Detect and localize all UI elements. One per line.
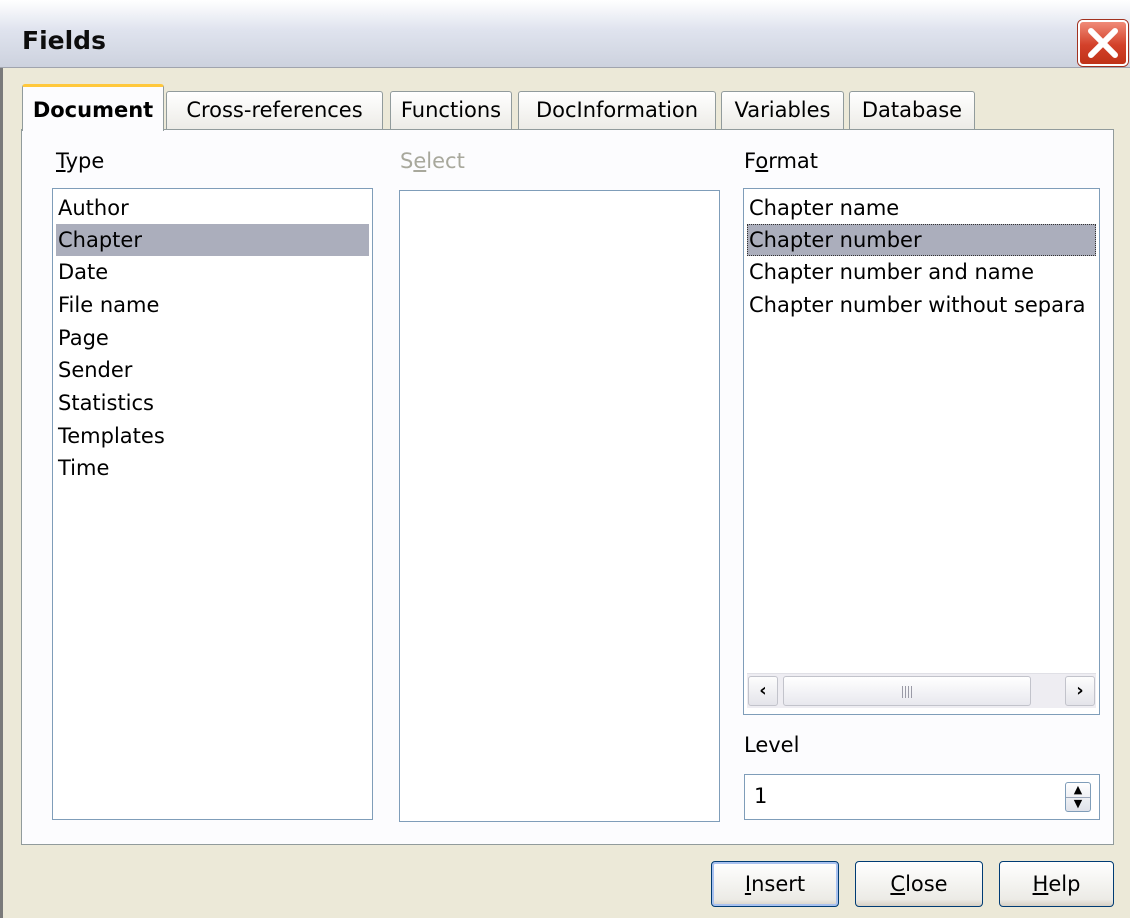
type-label: Type — [56, 149, 105, 173]
list-item[interactable]: File name — [56, 289, 369, 321]
list-item[interactable]: Sender — [56, 354, 369, 386]
horizontal-scrollbar[interactable]: ‹ › — [747, 673, 1096, 708]
tab-variables[interactable]: Variables — [721, 91, 844, 130]
level-label: Level — [744, 733, 800, 757]
list-item[interactable]: Author — [56, 192, 369, 224]
format-label: Format — [744, 149, 819, 173]
help-button[interactable]: Help — [999, 861, 1114, 907]
scroll-left-button[interactable]: ‹ — [748, 676, 778, 706]
format-listbox[interactable]: Chapter name Chapter number Chapter numb… — [743, 188, 1100, 715]
list-item[interactable]: Chapter number without separa — [747, 289, 1096, 321]
list-item[interactable]: Chapter number and name — [747, 256, 1096, 288]
type-listbox[interactable]: Author Chapter Date File name Page Sende… — [52, 188, 373, 820]
close-button[interactable]: Close — [855, 861, 983, 907]
triangle-up-icon[interactable]: ▲ — [1066, 783, 1090, 798]
close-window-button[interactable] — [1078, 20, 1128, 66]
list-item[interactable]: Chapter number — [747, 224, 1096, 256]
tab-functions[interactable]: Functions — [390, 91, 512, 130]
window-title: Fields — [22, 26, 106, 55]
scrollbar-thumb[interactable] — [783, 676, 1031, 706]
tab-docinformation[interactable]: DocInformation — [518, 91, 716, 130]
chevron-left-icon: ‹ — [759, 680, 767, 701]
list-item[interactable]: Statistics — [56, 387, 369, 419]
list-item[interactable]: Date — [56, 256, 369, 288]
close-icon — [1088, 28, 1118, 58]
select-label: Select — [400, 149, 465, 173]
scroll-right-button[interactable]: › — [1065, 676, 1095, 706]
list-item[interactable]: Time — [56, 452, 369, 484]
grip-icon — [902, 686, 914, 698]
select-listbox[interactable] — [399, 190, 720, 822]
list-item[interactable]: Page — [56, 322, 369, 354]
level-spin-field[interactable]: 1 ▲ ▼ — [744, 774, 1100, 820]
tab-cross-references[interactable]: Cross-references — [166, 91, 383, 130]
level-spinner[interactable]: ▲ ▼ — [1065, 782, 1091, 812]
insert-button[interactable]: Insert — [711, 861, 839, 907]
triangle-down-icon[interactable]: ▼ — [1066, 797, 1090, 811]
list-item[interactable]: Chapter — [56, 224, 369, 256]
title-bar: Fields — [0, 0, 1130, 68]
list-item[interactable]: Templates — [56, 420, 369, 452]
tab-document[interactable]: Document — [22, 84, 164, 131]
chevron-right-icon: › — [1076, 680, 1084, 701]
level-value[interactable]: 1 — [754, 784, 767, 808]
list-item[interactable]: Chapter name — [747, 192, 1096, 224]
tab-database[interactable]: Database — [849, 91, 975, 130]
